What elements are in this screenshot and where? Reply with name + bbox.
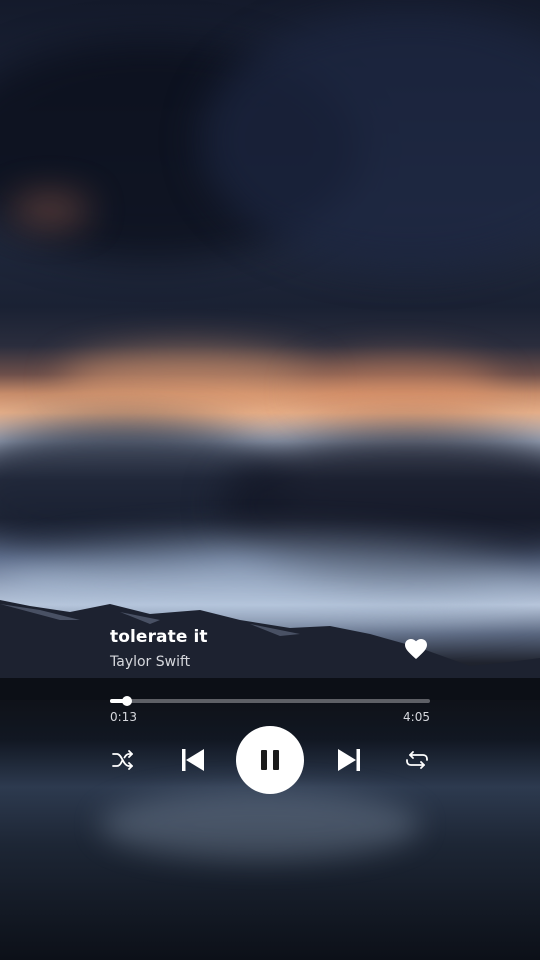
pause-icon: [273, 750, 279, 770]
progress-handle[interactable]: [121, 696, 132, 706]
track-title: tolerate it: [110, 627, 208, 647]
background-sunset-glow: [60, 350, 320, 410]
background-mountains: [0, 600, 540, 700]
shuffle-icon[interactable]: [111, 749, 135, 771]
now-playing-screen: tolerate it Taylor Swift 0:13 4:05: [0, 0, 540, 960]
background-cloud: [10, 195, 90, 225]
artist-name[interactable]: Taylor Swift: [110, 654, 190, 670]
elapsed-time: 0:13: [110, 710, 137, 724]
pause-icon: [261, 750, 267, 770]
progress-bar[interactable]: [110, 696, 430, 706]
heart-icon[interactable]: [404, 638, 428, 660]
skip-next-icon[interactable]: [336, 747, 362, 773]
repeat-icon[interactable]: [404, 749, 430, 771]
total-time: 4:05: [403, 710, 430, 724]
pause-button[interactable]: [236, 726, 304, 794]
background-sunset-glow: [300, 360, 500, 420]
background-water-reflection: [100, 790, 420, 860]
skip-previous-icon[interactable]: [180, 747, 206, 773]
